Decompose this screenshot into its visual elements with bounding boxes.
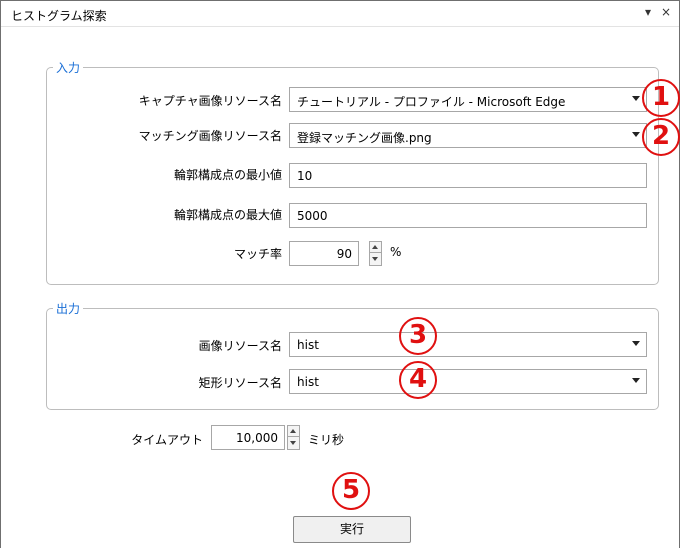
chevron-down-icon: [632, 378, 640, 383]
output-group-label: 出力: [53, 300, 84, 317]
chevron-down-icon: [632, 96, 640, 101]
callout-marker-1: 1: [642, 79, 680, 117]
match-rate-stepper[interactable]: [369, 241, 382, 266]
rect-resource-combo[interactable]: hist: [289, 369, 647, 394]
contour-max-value: 5000: [297, 209, 328, 223]
close-icon[interactable]: ×: [661, 5, 671, 19]
match-rate-field[interactable]: 90: [289, 241, 359, 266]
match-rate-unit: %: [390, 245, 402, 259]
rect-resource-value: hist: [297, 375, 319, 389]
image-resource-label: 画像リソース名: [198, 339, 282, 353]
title-bar: ヒストグラム探索 ▾ ×: [1, 1, 679, 27]
image-resource-combo[interactable]: hist: [289, 332, 647, 357]
increment-icon[interactable]: [370, 242, 381, 253]
contour-min-field[interactable]: 10: [289, 163, 647, 188]
rect-resource-label: 矩形リソース名: [198, 376, 282, 390]
output-group: [46, 308, 659, 410]
callout-marker-2: 2: [642, 118, 680, 156]
contour-max-field[interactable]: 5000: [289, 203, 647, 228]
contour-min-label: 輪郭構成点の最小値: [173, 168, 282, 182]
chevron-down-icon: [632, 341, 640, 346]
timeout-unit: ミリ秒: [308, 433, 345, 447]
chevron-down-icon: [632, 132, 640, 137]
callout-marker-3: 3: [399, 317, 437, 355]
contour-min-value: 10: [297, 169, 313, 183]
matching-resource-combo[interactable]: 登録マッチング画像.png: [289, 123, 647, 148]
contour-max-label: 輪郭構成点の最大値: [173, 208, 282, 222]
capture-resource-combo[interactable]: チュートリアル - プロファイル - Microsoft Edge: [289, 87, 647, 112]
histogram-search-panel: ヒストグラム探索 ▾ × 入力 キャプチャ画像リソース名 チュートリアル - プ…: [0, 0, 680, 548]
match-rate-value: 90: [336, 247, 352, 261]
decrement-icon[interactable]: [288, 438, 299, 449]
matching-resource-value: 登録マッチング画像.png: [297, 131, 432, 145]
input-group-label: 入力: [53, 59, 84, 76]
matching-resource-label: マッチング画像リソース名: [138, 129, 282, 143]
capture-resource-label: キャプチャ画像リソース名: [138, 94, 282, 108]
capture-resource-value: チュートリアル - プロファイル - Microsoft Edge: [297, 95, 566, 109]
panel-title: ヒストグラム探索: [11, 9, 107, 23]
timeout-field[interactable]: 10,000: [211, 425, 285, 450]
run-button[interactable]: 実行: [293, 516, 411, 543]
callout-marker-5: 5: [332, 472, 370, 510]
timeout-label: タイムアウト: [131, 433, 203, 447]
callout-marker-4: 4: [399, 361, 437, 399]
increment-icon[interactable]: [288, 426, 299, 437]
image-resource-value: hist: [297, 338, 319, 352]
decrement-icon[interactable]: [370, 254, 381, 265]
pin-dropdown-icon[interactable]: ▾: [645, 5, 651, 19]
timeout-stepper[interactable]: [287, 425, 300, 450]
match-rate-label: マッチ率: [233, 247, 282, 261]
timeout-value: 10,000: [236, 431, 278, 445]
